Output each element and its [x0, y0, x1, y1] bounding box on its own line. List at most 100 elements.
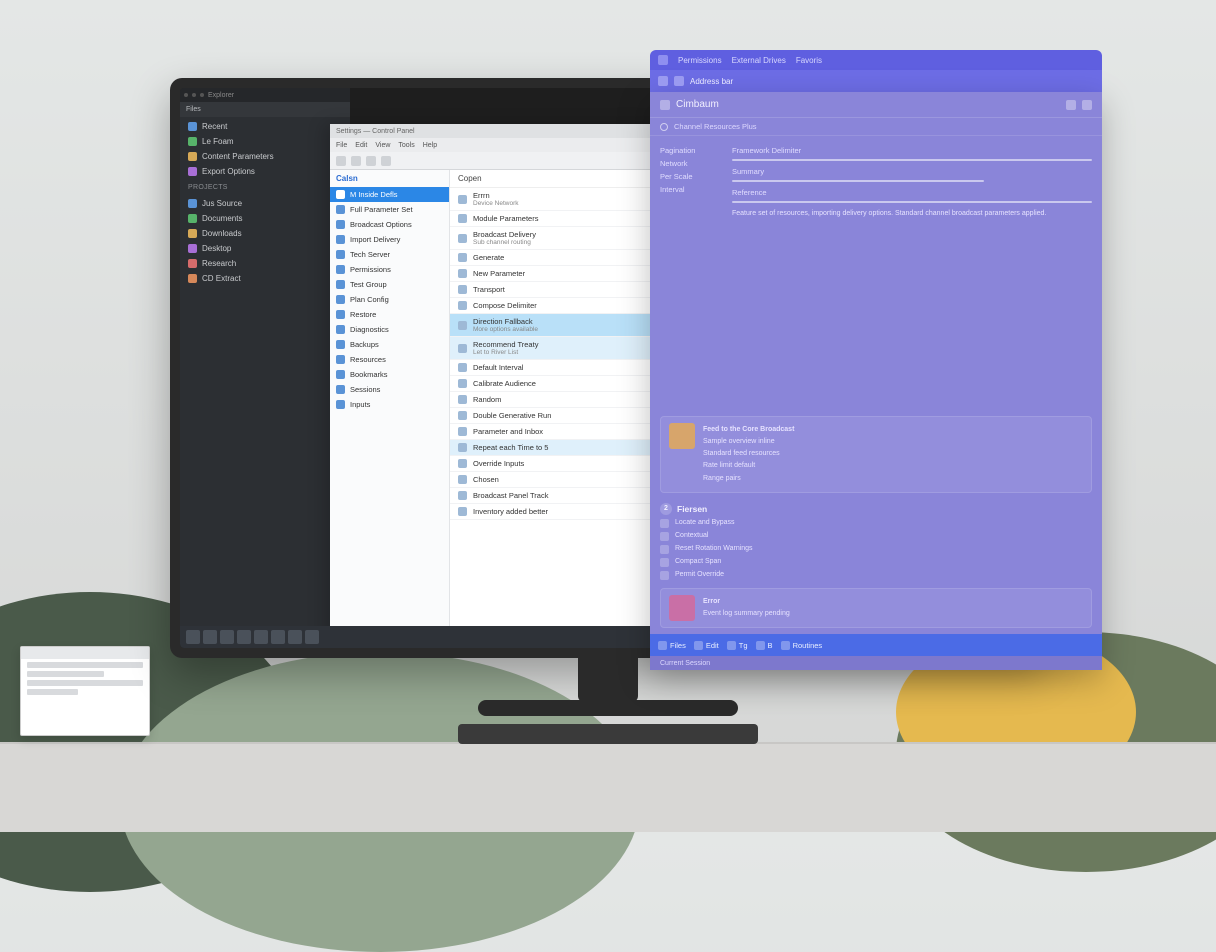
item-label: Desktop: [202, 244, 231, 253]
footer-item[interactable]: Routines: [781, 641, 823, 650]
sidebar-item[interactable]: Restore: [330, 307, 449, 322]
list-item[interactable]: Locate and Bypass: [650, 517, 1102, 530]
taskbar-app-icon[interactable]: [288, 630, 302, 644]
field-label: Summary: [732, 167, 1092, 176]
sidebar-item[interactable]: Plan Config: [330, 292, 449, 307]
menu-icon[interactable]: [660, 100, 670, 110]
sidebar-item[interactable]: Jus Source: [180, 196, 350, 211]
item-icon: [336, 265, 345, 274]
purple-chrome-bar[interactable]: Address bar: [650, 70, 1102, 92]
card-thumbnail: [669, 423, 695, 449]
back-icon[interactable]: [658, 76, 668, 86]
item-icon: [458, 507, 467, 516]
sidebar-item[interactable]: Diagnostics: [330, 322, 449, 337]
item-icon: [458, 379, 467, 388]
sidebar-item[interactable]: Le Foam: [180, 134, 350, 149]
sidebar-item[interactable]: Tech Server: [330, 247, 449, 262]
sidebar-item[interactable]: Resources: [330, 352, 449, 367]
dark-app-titlebar[interactable]: Explorer: [180, 88, 350, 102]
sidebar-item[interactable]: M Inside Defls: [330, 187, 449, 202]
footer-icon: [694, 641, 703, 650]
purple-app-window[interactable]: Permissions External Drives Favoris Addres…: [650, 50, 1102, 670]
sidebar-item[interactable]: Research: [180, 256, 350, 271]
item-label: Tech Server: [350, 250, 390, 259]
item-icon: [458, 459, 467, 468]
item-icon: [336, 340, 345, 349]
list-item[interactable]: Permit Override: [650, 569, 1102, 582]
purple-card[interactable]: Feed to the Core BroadcastSample overvie…: [660, 416, 1092, 493]
taskbar-app-icon[interactable]: [271, 630, 285, 644]
list-item[interactable]: Contextual: [650, 530, 1102, 543]
item-icon: [336, 400, 345, 409]
taskbar-app-icon[interactable]: [254, 630, 268, 644]
item-label: Permissions: [350, 265, 391, 274]
toolbar-icon[interactable]: [351, 156, 361, 166]
sidebar-item[interactable]: Broadcast Options: [330, 217, 449, 232]
purple-outer-tabbar[interactable]: Permissions External Drives Favoris: [650, 50, 1102, 70]
item-subtitle: More options available: [473, 326, 538, 333]
menu-item[interactable]: File: [336, 142, 347, 149]
footer-item[interactable]: Tg: [727, 641, 748, 650]
sidebar-item[interactable]: Recent: [180, 119, 350, 134]
taskbar-app-icon[interactable]: [237, 630, 251, 644]
sidebar-item[interactable]: Downloads: [180, 226, 350, 241]
taskbar-app-icon[interactable]: [305, 630, 319, 644]
list-item[interactable]: Reset Rotation Warnings: [650, 543, 1102, 556]
sidebar-item[interactable]: Import Delivery: [330, 232, 449, 247]
tab[interactable]: Favoris: [796, 56, 822, 65]
tab[interactable]: Permissions: [678, 56, 722, 65]
sidebar-item[interactable]: Bookmarks: [330, 367, 449, 382]
item-title: Calibrate Audience: [473, 379, 536, 388]
footer-item[interactable]: Files: [658, 641, 686, 650]
toolbar-icon[interactable]: [336, 156, 346, 166]
item-subtitle: Let to River List: [473, 349, 538, 356]
address-label: Address bar: [690, 77, 733, 86]
sidebar-item[interactable]: Desktop: [180, 241, 350, 256]
settings-icon[interactable]: [1066, 100, 1076, 110]
text-input[interactable]: [732, 201, 1092, 203]
item-title: Override Inputs: [473, 459, 524, 468]
sidebar-item[interactable]: Backups: [330, 337, 449, 352]
taskbar-app-icon[interactable]: [220, 630, 234, 644]
sidebar-item[interactable]: Documents: [180, 211, 350, 226]
item-subtitle: Sub channel routing: [473, 239, 536, 246]
menu-item[interactable]: Help: [423, 142, 437, 149]
menu-item[interactable]: Tools: [398, 142, 414, 149]
item-label: Test Group: [350, 280, 387, 289]
sidebar-item[interactable]: Sessions: [330, 382, 449, 397]
taskbar-app-icon[interactable]: [186, 630, 200, 644]
footer-item[interactable]: Edit: [694, 641, 719, 650]
sidebar-item[interactable]: Content Parameters: [180, 149, 350, 164]
purple-card[interactable]: ErrorEvent log summary pending: [660, 588, 1092, 628]
menu-item[interactable]: View: [375, 142, 390, 149]
status-indicator-icon: [660, 123, 668, 131]
light-sidebar[interactable]: Calsn M Inside DeflsFull Parameter SetBr…: [330, 170, 450, 648]
card-line: Range pairs: [703, 474, 1083, 484]
sidebar-item[interactable]: Full Parameter Set: [330, 202, 449, 217]
item-title: Inventory added better: [473, 507, 548, 516]
text-input[interactable]: [732, 180, 984, 182]
item-icon: [336, 325, 345, 334]
item-icon: [336, 205, 345, 214]
tab[interactable]: External Drives: [732, 56, 786, 65]
sidebar-item[interactable]: CD Extract: [180, 271, 350, 286]
forward-icon[interactable]: [674, 76, 684, 86]
description-text: Feature set of resources, importing deli…: [732, 209, 1092, 219]
list-item[interactable]: Compact Span: [650, 556, 1102, 569]
item-label: Permit Override: [675, 571, 724, 580]
footer-item[interactable]: B: [756, 641, 773, 650]
menu-item[interactable]: Edit: [355, 142, 367, 149]
taskbar-app-icon[interactable]: [203, 630, 217, 644]
sidebar-item[interactable]: Test Group: [330, 277, 449, 292]
dark-app-window[interactable]: Explorer Files RecentLe FoamContent Para…: [180, 88, 350, 628]
toolbar-icon[interactable]: [366, 156, 376, 166]
window-title: Settings — Control Panel: [336, 128, 415, 135]
purple-footer[interactable]: Files Edit Tg B Routines: [650, 634, 1102, 656]
toolbar-icon[interactable]: [381, 156, 391, 166]
sidebar-item[interactable]: Permissions: [330, 262, 449, 277]
sidebar-item[interactable]: Inputs: [330, 397, 449, 412]
text-input[interactable]: [732, 159, 1092, 161]
close-icon[interactable]: [1082, 100, 1092, 110]
item-title: Broadcast Panel Track: [473, 491, 548, 500]
sidebar-item[interactable]: Export Options: [180, 164, 350, 179]
